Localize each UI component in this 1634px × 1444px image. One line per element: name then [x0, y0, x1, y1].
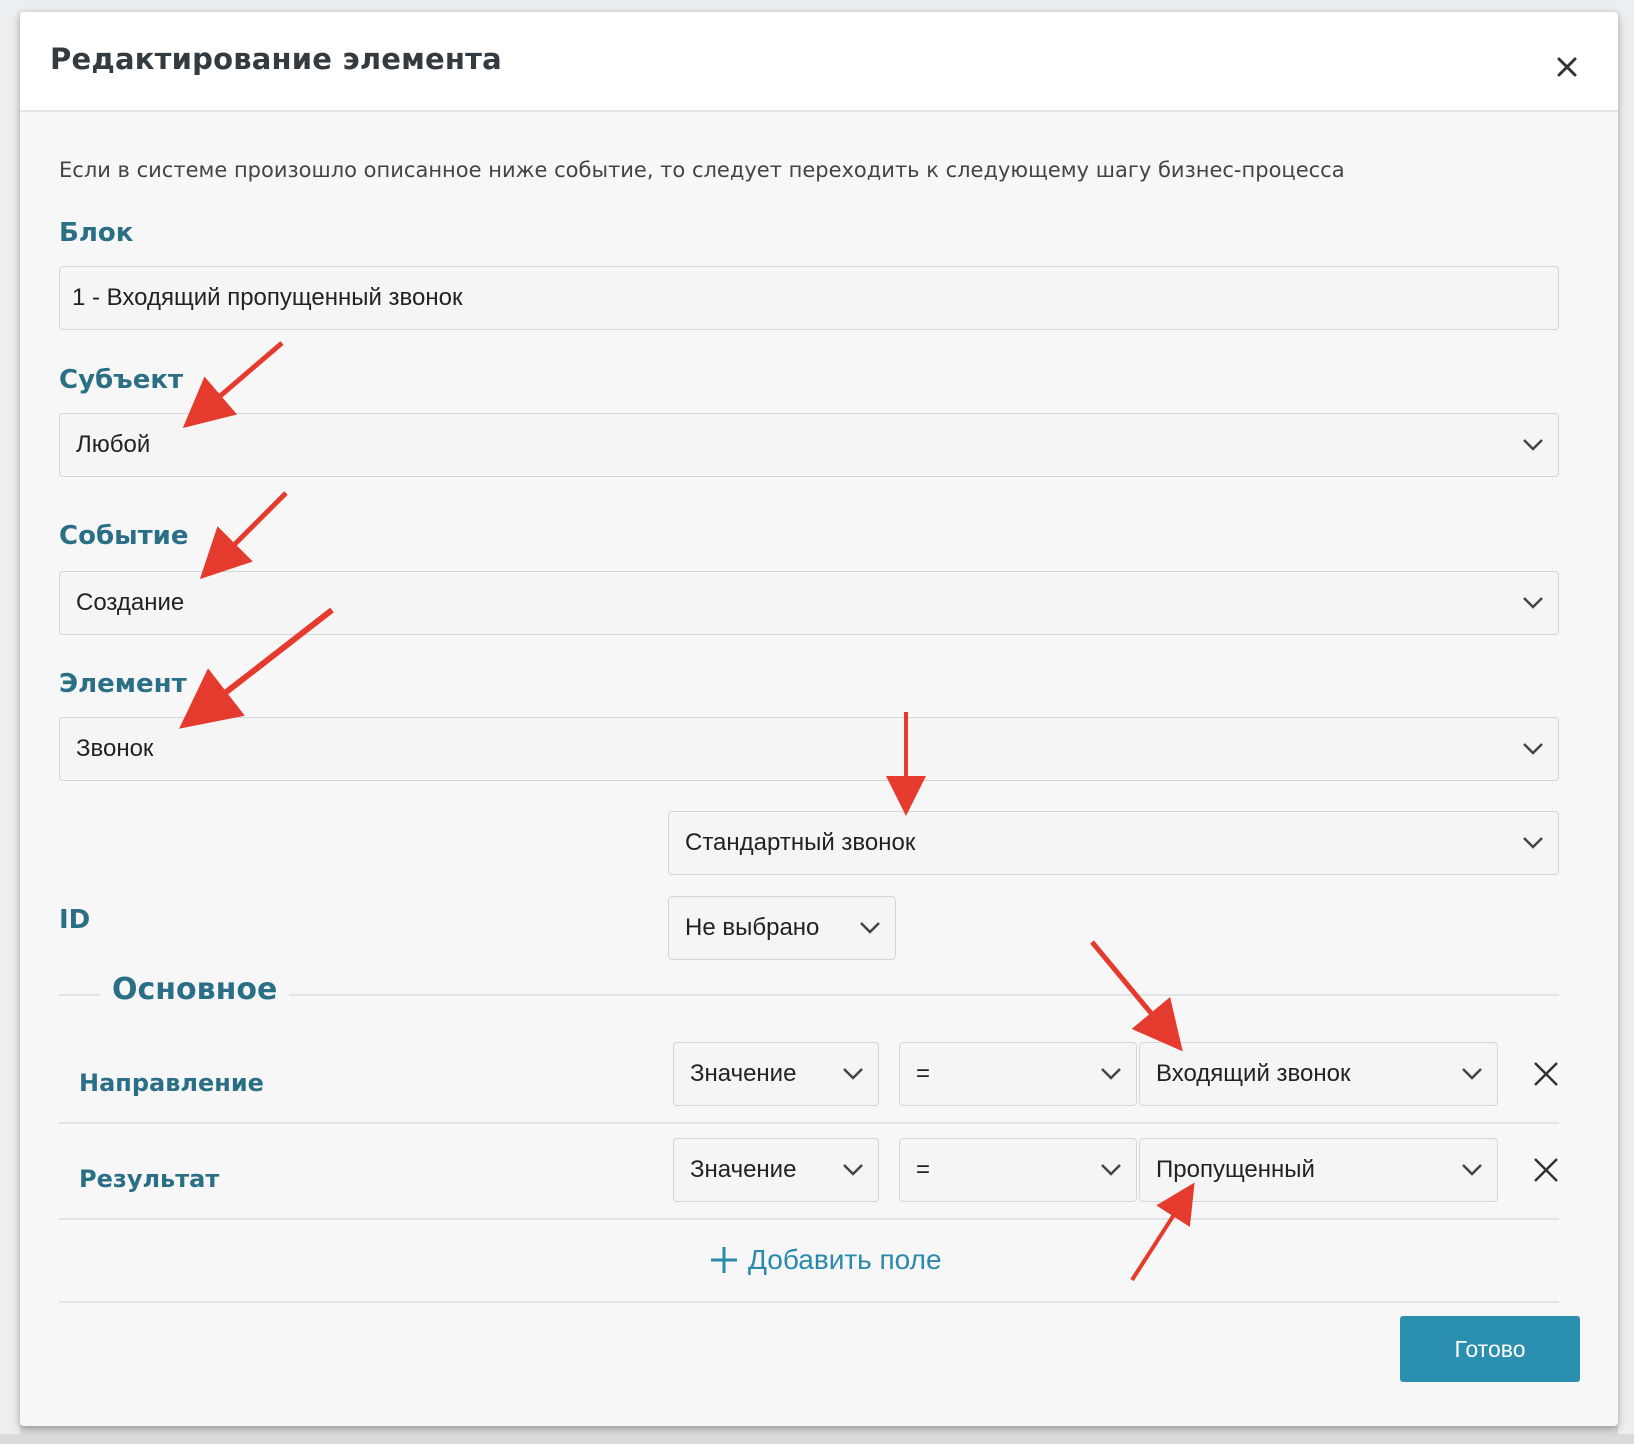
- id-label: ID: [59, 905, 91, 935]
- id-select[interactable]: Не выбрано: [668, 896, 896, 960]
- footer-divider: [59, 1301, 1559, 1303]
- edit-element-dialog: Редактирование элемента Если в системе п…: [20, 12, 1618, 1426]
- chevron-down-icon: [843, 1164, 863, 1176]
- element-select[interactable]: Звонок: [59, 717, 1559, 781]
- background-right: [1618, 14, 1634, 1434]
- row-label-result: Результат: [79, 1165, 220, 1193]
- dialog-header: Редактирование элемента: [20, 12, 1618, 112]
- background-left: [0, 14, 20, 1434]
- chevron-down-icon: [1462, 1164, 1482, 1176]
- element-subtype-value: Стандартный звонок: [685, 829, 916, 856]
- result-operator-value: =: [916, 1156, 931, 1183]
- chevron-down-icon: [860, 922, 880, 934]
- remove-row-icon[interactable]: [1532, 1156, 1560, 1184]
- dialog-title: Редактирование элемента: [50, 42, 502, 76]
- result-operator-select[interactable]: =: [899, 1138, 1137, 1202]
- direction-source-value: Значение: [690, 1060, 797, 1087]
- result-source-value: Значение: [690, 1156, 797, 1183]
- chevron-down-icon: [1523, 743, 1543, 755]
- chevron-down-icon: [1523, 597, 1543, 609]
- direction-source-select[interactable]: Значение: [673, 1042, 879, 1106]
- annotation-arrow: [182, 341, 284, 429]
- event-label: Событие: [59, 521, 189, 551]
- chevron-down-icon: [1101, 1068, 1121, 1080]
- block-label: Блок: [59, 218, 134, 248]
- direction-operator-select[interactable]: =: [899, 1042, 1137, 1106]
- row-label-direction: Направление: [79, 1069, 264, 1097]
- subject-label: Субъект: [59, 365, 184, 395]
- event-select[interactable]: Создание: [59, 571, 1559, 635]
- remove-row-icon[interactable]: [1532, 1060, 1560, 1088]
- direction-value-select[interactable]: Входящий звонок: [1139, 1042, 1498, 1106]
- chevron-down-icon: [1462, 1068, 1482, 1080]
- chevron-down-icon: [1523, 439, 1543, 451]
- chevron-down-icon: [1101, 1164, 1121, 1176]
- annotation-arrow: [199, 491, 288, 580]
- result-source-select[interactable]: Значение: [673, 1138, 879, 1202]
- block-value: 1 - Входящий пропущенный звонок: [72, 284, 463, 311]
- done-button[interactable]: Готово: [1400, 1316, 1580, 1382]
- direction-operator-value: =: [916, 1060, 931, 1087]
- subject-value: Любой: [76, 431, 151, 458]
- row-divider: [59, 1218, 1559, 1220]
- event-value: Создание: [76, 589, 185, 616]
- chevron-down-icon: [843, 1068, 863, 1080]
- section-title: Основное: [100, 972, 290, 1007]
- row-divider: [59, 1122, 1559, 1124]
- dialog-intro-text: Если в системе произошло описанное ниже …: [59, 158, 1345, 182]
- element-subtype-select[interactable]: Стандартный звонок: [668, 811, 1559, 875]
- close-icon[interactable]: [1552, 52, 1582, 82]
- add-field-label: Добавить поле: [748, 1244, 942, 1275]
- annotation-arrow: [1090, 940, 1183, 1052]
- add-field-link[interactable]: Добавить поле: [708, 1244, 942, 1276]
- chevron-down-icon: [1523, 837, 1543, 849]
- annotation-arrow: [1130, 1182, 1195, 1282]
- direction-value: Входящий звонок: [1156, 1060, 1351, 1087]
- element-value: Звонок: [76, 735, 154, 762]
- id-value: Не выбрано: [685, 914, 820, 941]
- result-value-select[interactable]: Пропущенный: [1139, 1138, 1498, 1202]
- element-label: Элемент: [59, 669, 187, 699]
- result-value: Пропущенный: [1156, 1156, 1315, 1183]
- subject-select[interactable]: Любой: [59, 413, 1559, 477]
- block-field: 1 - Входящий пропущенный звонок: [59, 266, 1559, 330]
- plus-icon: [711, 1247, 737, 1273]
